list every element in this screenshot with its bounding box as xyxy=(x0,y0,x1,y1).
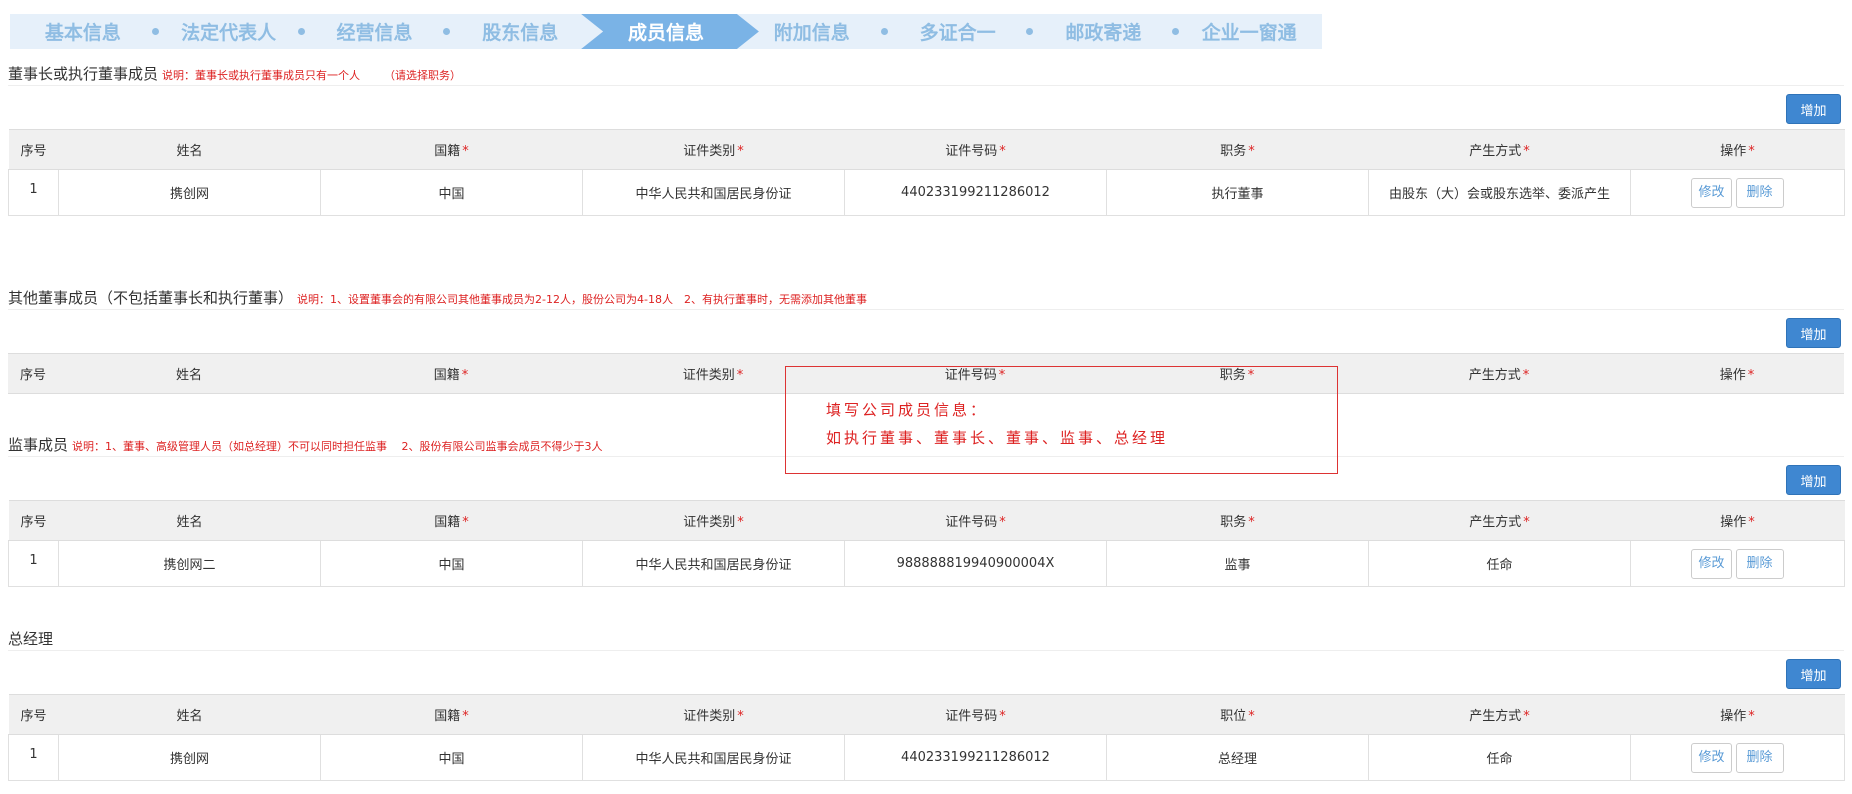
delete-button[interactable]: 删除 xyxy=(1735,742,1784,773)
annotation-line-1: 填写公司成员信息： xyxy=(826,401,989,419)
delete-button[interactable]: 删除 xyxy=(1735,177,1784,208)
section-title-manager: 总经理 xyxy=(8,630,54,648)
step-multi-cert[interactable]: 多证合一 xyxy=(885,14,1034,49)
divider xyxy=(8,650,1844,651)
delete-button[interactable]: 删除 xyxy=(1735,548,1784,579)
step-member-info[interactable]: 成员信息 xyxy=(593,14,739,49)
step-legal-rep[interactable]: 法定代表人 xyxy=(156,14,305,49)
chairman-table: 序号 姓名 国籍 * 证件类别 * 证件号码 * 职务 * 产生方式 * 操作 * 1 携创… xyxy=(8,129,1845,216)
divider xyxy=(8,309,1844,310)
add-director-button[interactable]: 增加 xyxy=(1786,318,1841,348)
edit-button[interactable]: 修改 xyxy=(1691,742,1732,773)
table-row: 1 携创网 中国 中华人民共和国居民身份证 440233199211286012… xyxy=(8,734,1845,781)
table-header-row: 序号 姓名 国籍 * 证件类别 * 证件号码 * 职务 * 产生方式 * 操作 * xyxy=(8,500,1845,541)
edit-button[interactable]: 修改 xyxy=(1691,548,1732,579)
step-basic-info[interactable]: 基本信息 xyxy=(10,14,159,49)
annotation-line-2: 如执行董事、董事长、董事、监事、总经理 xyxy=(826,429,1169,447)
step-postal[interactable]: 邮政寄递 xyxy=(1030,14,1180,49)
section-title-chairman: 董事长或执行董事成员 说明：董事长或执行董事成员只有一个人 （请选择职务） xyxy=(8,65,462,83)
table-header-row: 序号 姓名 国籍 * 证件类别 * 证件号码 * 职务 * 产生方式 * 操作 * xyxy=(8,129,1845,170)
supervisors-table: 序号 姓名 国籍 * 证件类别 * 证件号码 * 职务 * 产生方式 * 操作 * 1 携创… xyxy=(8,500,1845,587)
annotation-box: 填写公司成员信息： 如执行董事、董事长、董事、监事、总经理 xyxy=(785,366,1338,474)
table-row: 1 携创网 中国 中华人民共和国居民身份证 440233199211286012… xyxy=(8,169,1845,216)
step-additional-info[interactable]: 附加信息 xyxy=(739,14,888,49)
manager-table: 序号 姓名 国籍 * 证件类别 * 证件号码 * 职位 * 产生方式 * 操作 * 1 携创… xyxy=(8,694,1845,781)
add-manager-button[interactable]: 增加 xyxy=(1786,659,1841,689)
table-row: 1 携创网二 中国 中华人民共和国居民身份证 98888881994090000… xyxy=(8,540,1845,587)
section-title-supervisors: 监事成员 说明：1、董事、高级管理人员（如总经理）不可以同时担任监事 2、股份有限… xyxy=(8,436,603,454)
table-header-row: 序号 姓名 国籍 * 证件类别 * 证件号码 * 职位 * 产生方式 * 操作 * xyxy=(8,694,1845,735)
step-business-info[interactable]: 经营信息 xyxy=(302,14,451,49)
step-bar: 基本信息 法定代表人 经营信息 股东信息 成员信息 附加信息 多证合一 邮政寄递… xyxy=(10,14,1322,49)
add-chairman-button[interactable]: 增加 xyxy=(1786,94,1841,124)
step-one-window[interactable]: 企业一窗通 xyxy=(1176,14,1322,49)
add-supervisor-button[interactable]: 增加 xyxy=(1786,465,1841,495)
edit-button[interactable]: 修改 xyxy=(1691,177,1732,208)
divider xyxy=(8,85,1844,86)
step-shareholder-info[interactable]: 股东信息 xyxy=(447,14,593,49)
section-title-directors: 其他董事成员（不包括董事长和执行董事） 说明：1、设置董事会的有限公司其他董事成员… xyxy=(8,289,867,307)
